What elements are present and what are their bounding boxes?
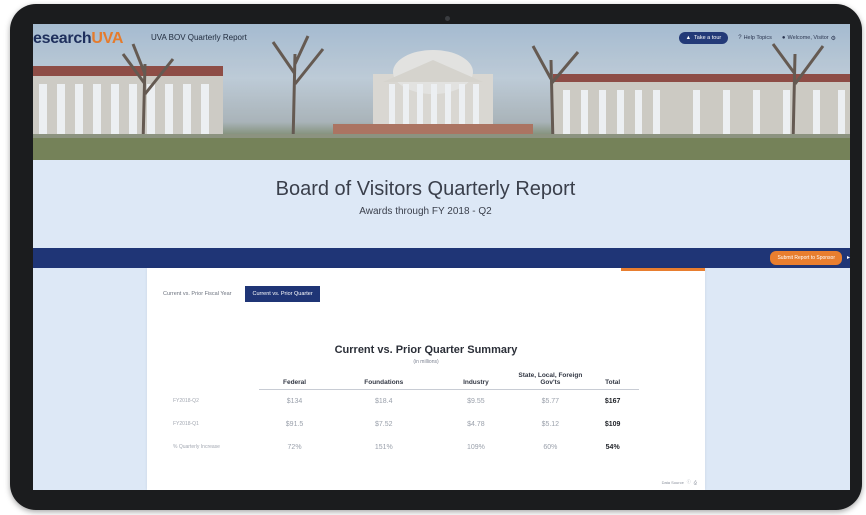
- summary-units: (in millions): [413, 359, 439, 365]
- top-nav: ▲ Take a tour ? Help Topics ● Welcome, V…: [678, 32, 836, 44]
- table-cell: 60%: [543, 443, 558, 451]
- screen: esearchUVA UVA BOV Quarterly Report ▲ Ta…: [33, 24, 850, 490]
- account-link-label: Welcome, Visitor: [787, 35, 829, 41]
- table-cell: 151%: [374, 443, 393, 451]
- table-cell: $5.77: [541, 398, 560, 406]
- question-icon: ?: [738, 35, 742, 41]
- hero-banner: esearchUVA UVA BOV Quarterly Report ▲ Ta…: [33, 24, 850, 160]
- account-link[interactable]: ● Welcome, Visitor ⚙: [782, 35, 836, 42]
- table-cell: $9.55: [467, 398, 485, 406]
- column-header: Industry: [437, 372, 515, 391]
- card-footer: Data Source ⓘ ⎙: [662, 479, 697, 485]
- column-header: Total: [586, 372, 639, 391]
- page-title: Board of Visitors Quarterly Report: [275, 178, 576, 200]
- chevron-right-icon[interactable]: ▸: [847, 254, 850, 261]
- table-row: FY2018-Q1 $91.5 $7.52 $4.78 $5.12 $109: [159, 413, 639, 436]
- hero-overlay: [33, 24, 850, 160]
- data-source-label: Data Source: [661, 479, 684, 485]
- table-cell-total: $109: [604, 420, 621, 428]
- submit-report-button[interactable]: Submit Report to Sponsor: [770, 251, 842, 265]
- row-label: FY2018-Q1: [173, 421, 199, 428]
- tab-prior-quarter[interactable]: Current vs. Prior Quarter: [245, 286, 320, 302]
- car-icon: ▲: [685, 35, 692, 41]
- user-icon: ●: [781, 35, 786, 41]
- table-corner: [159, 372, 259, 390]
- report-card: Current vs. Prior Fiscal Year Current vs…: [147, 268, 705, 490]
- section-nav-bar: Submit Report to Sponsor ▸: [33, 248, 850, 268]
- help-link[interactable]: ? Help Topics: [738, 35, 772, 41]
- row-label: % Quarterly Increase: [173, 444, 220, 451]
- table-cell-total: 54%: [605, 443, 620, 451]
- tab-fiscal-year[interactable]: Current vs. Prior Fiscal Year: [163, 287, 231, 301]
- camera-dot: [445, 16, 450, 21]
- table-cell: $5.12: [541, 420, 560, 428]
- table-cell-total: $167: [604, 398, 621, 406]
- site-title: UVA BOV Quarterly Report: [151, 33, 247, 42]
- table-cell: $91.5: [285, 420, 304, 428]
- table-header-row: Federal Foundations Industry State, Loca…: [159, 372, 639, 391]
- summary-table: Federal Foundations Industry State, Loca…: [159, 372, 639, 459]
- summary-title: Current vs. Prior Quarter Summary: [334, 344, 518, 356]
- brand-logo[interactable]: esearchUVA: [33, 30, 123, 48]
- column-header: Federal: [259, 372, 331, 391]
- take-tour-label: Take a tour: [694, 35, 722, 41]
- table-row: % Quarterly Increase 72% 151% 109% 60% 5…: [159, 436, 639, 459]
- table-cell: $134: [286, 398, 303, 406]
- row-label: FY2018-Q2: [173, 398, 199, 405]
- brand-logo-text: esearch: [33, 30, 92, 47]
- table-cell: 72%: [287, 443, 302, 451]
- table-cell: 109%: [466, 443, 485, 451]
- column-header: State, Local, Foreign Gov'ts: [514, 372, 587, 391]
- comparison-tabs: Current vs. Prior Fiscal Year Current vs…: [163, 286, 320, 302]
- brand-logo-accent: UVA: [91, 30, 124, 47]
- accent-strip: [621, 268, 705, 271]
- page-subtitle: Awards through FY 2018 - Q2: [359, 206, 492, 217]
- gear-icon[interactable]: ⚙: [831, 35, 836, 42]
- table-cell: $18.4: [375, 398, 393, 406]
- table-cell: $7.52: [375, 420, 393, 428]
- table-cell: $4.78: [467, 420, 485, 428]
- column-header: Foundations: [330, 372, 438, 391]
- print-icon[interactable]: ⎙: [694, 480, 697, 485]
- help-link-label: Help Topics: [743, 35, 772, 41]
- table-row: FY2018-Q2 $134 $18.4 $9.55 $5.77 $167: [159, 390, 639, 413]
- title-band: Board of Visitors Quarterly Report Award…: [33, 160, 850, 248]
- take-tour-button[interactable]: ▲ Take a tour: [678, 32, 729, 44]
- info-icon[interactable]: ⓘ: [687, 479, 691, 485]
